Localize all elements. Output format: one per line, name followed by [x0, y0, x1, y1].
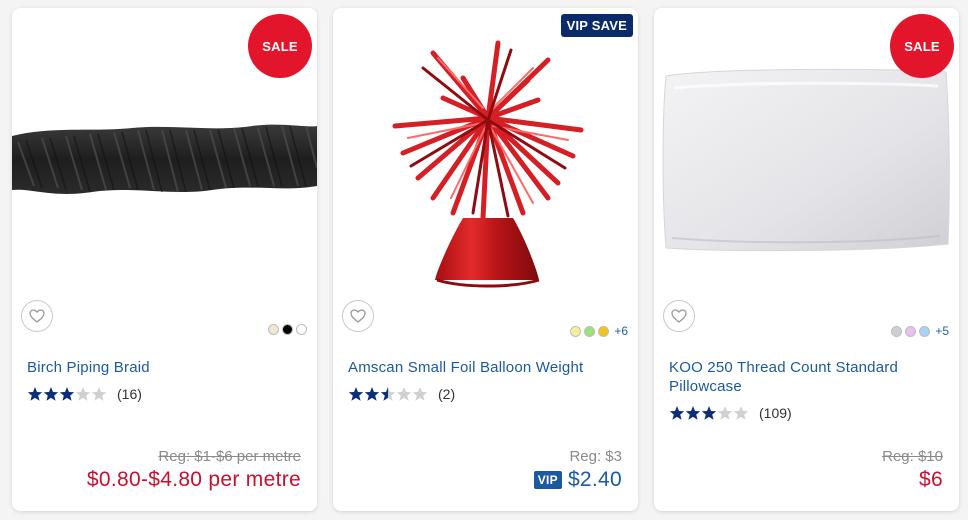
more-colors-link[interactable]: +6 — [614, 324, 628, 338]
star-icon — [348, 387, 364, 401]
color-swatch[interactable] — [919, 325, 931, 337]
star-icon — [364, 387, 380, 401]
color-swatches[interactable]: +5 — [891, 324, 949, 338]
color-swatch[interactable] — [584, 325, 596, 337]
product-grid: SALE Birch Piping Braid (16) Reg: $1-$6 … — [12, 8, 959, 511]
product-title[interactable]: Birch Piping Braid — [27, 358, 307, 377]
star-icon — [717, 406, 733, 420]
vip-save-badge: VIP SAVE — [560, 14, 633, 37]
review-count: (109) — [759, 405, 792, 421]
color-swatch[interactable] — [296, 324, 307, 335]
star-icon — [75, 387, 91, 401]
color-swatch[interactable] — [268, 324, 279, 335]
regular-price: Reg: $3 — [569, 448, 622, 465]
star-icon — [91, 387, 107, 401]
star-rating — [27, 386, 107, 402]
product-title[interactable]: Amscan Small Foil Balloon Weight — [348, 358, 628, 377]
star-icon — [27, 387, 43, 401]
color-swatch[interactable] — [598, 325, 610, 337]
regular-price: Reg: $1-$6 per metre — [158, 448, 301, 465]
star-rating — [348, 386, 428, 402]
sale-price: $6 — [919, 468, 943, 491]
star-icon — [685, 406, 701, 420]
sale-badge: SALE — [248, 14, 312, 78]
heart-outline-icon — [350, 309, 366, 323]
review-count: (2) — [438, 386, 456, 402]
color-swatch[interactable] — [282, 324, 293, 335]
product-title[interactable]: KOO 250 Thread Count Standard Pillowcase — [669, 358, 949, 396]
color-swatch[interactable] — [891, 325, 903, 337]
regular-price: Reg: $10 — [882, 448, 943, 465]
product-card[interactable]: VIP SAVE +6 Amscan Small Foil Balloon We… — [333, 8, 638, 511]
favorite-button[interactable] — [663, 300, 695, 332]
vip-price-value: $2.40 — [567, 468, 622, 491]
sale-price: $0.80-$4.80 per metre — [86, 468, 301, 491]
product-card[interactable]: SALE Birch Piping Braid (16) Reg: $1-$6 … — [12, 8, 317, 511]
star-icon — [43, 387, 59, 401]
heart-outline-icon — [671, 309, 687, 323]
color-swatches[interactable]: +6 — [570, 324, 628, 338]
review-count: (16) — [117, 386, 142, 402]
product-image[interactable] — [333, 8, 638, 298]
favorite-button[interactable] — [21, 300, 53, 332]
vip-tag: VIP — [533, 471, 562, 489]
heart-outline-icon — [29, 309, 45, 323]
star-icon — [669, 406, 685, 420]
star-icon — [733, 406, 749, 420]
product-rating[interactable]: (109) — [669, 405, 792, 421]
color-swatches[interactable] — [268, 324, 307, 335]
product-card[interactable]: SALE +5 KOO 250 Thread Count Standard Pi… — [654, 8, 959, 511]
favorite-button[interactable] — [342, 300, 374, 332]
star-icon — [59, 387, 75, 401]
product-rating[interactable]: (2) — [348, 386, 455, 402]
sale-badge: SALE — [890, 14, 954, 78]
vip-price: VIP $2.40 — [533, 468, 622, 492]
star-icon — [412, 387, 428, 401]
more-colors-link[interactable]: +5 — [935, 324, 949, 338]
star-icon — [701, 406, 717, 420]
star-icon — [380, 387, 396, 401]
color-swatch[interactable] — [905, 325, 917, 337]
star-icon — [396, 387, 412, 401]
color-swatch[interactable] — [570, 325, 582, 337]
product-rating[interactable]: (16) — [27, 386, 142, 402]
star-rating — [669, 405, 749, 421]
